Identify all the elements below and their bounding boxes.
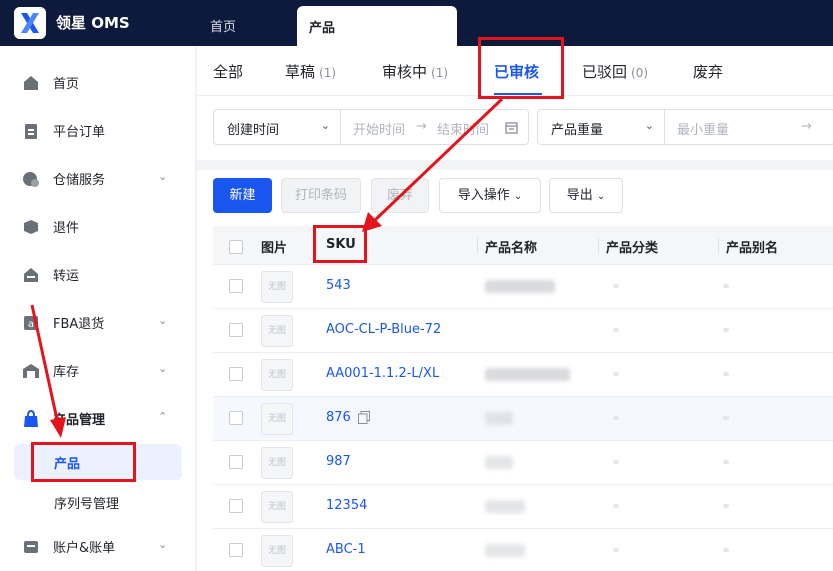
arrow-head xyxy=(50,417,66,438)
annotation-arrows xyxy=(30,97,504,438)
arrow-line xyxy=(30,304,60,425)
arrow-line xyxy=(372,97,504,223)
